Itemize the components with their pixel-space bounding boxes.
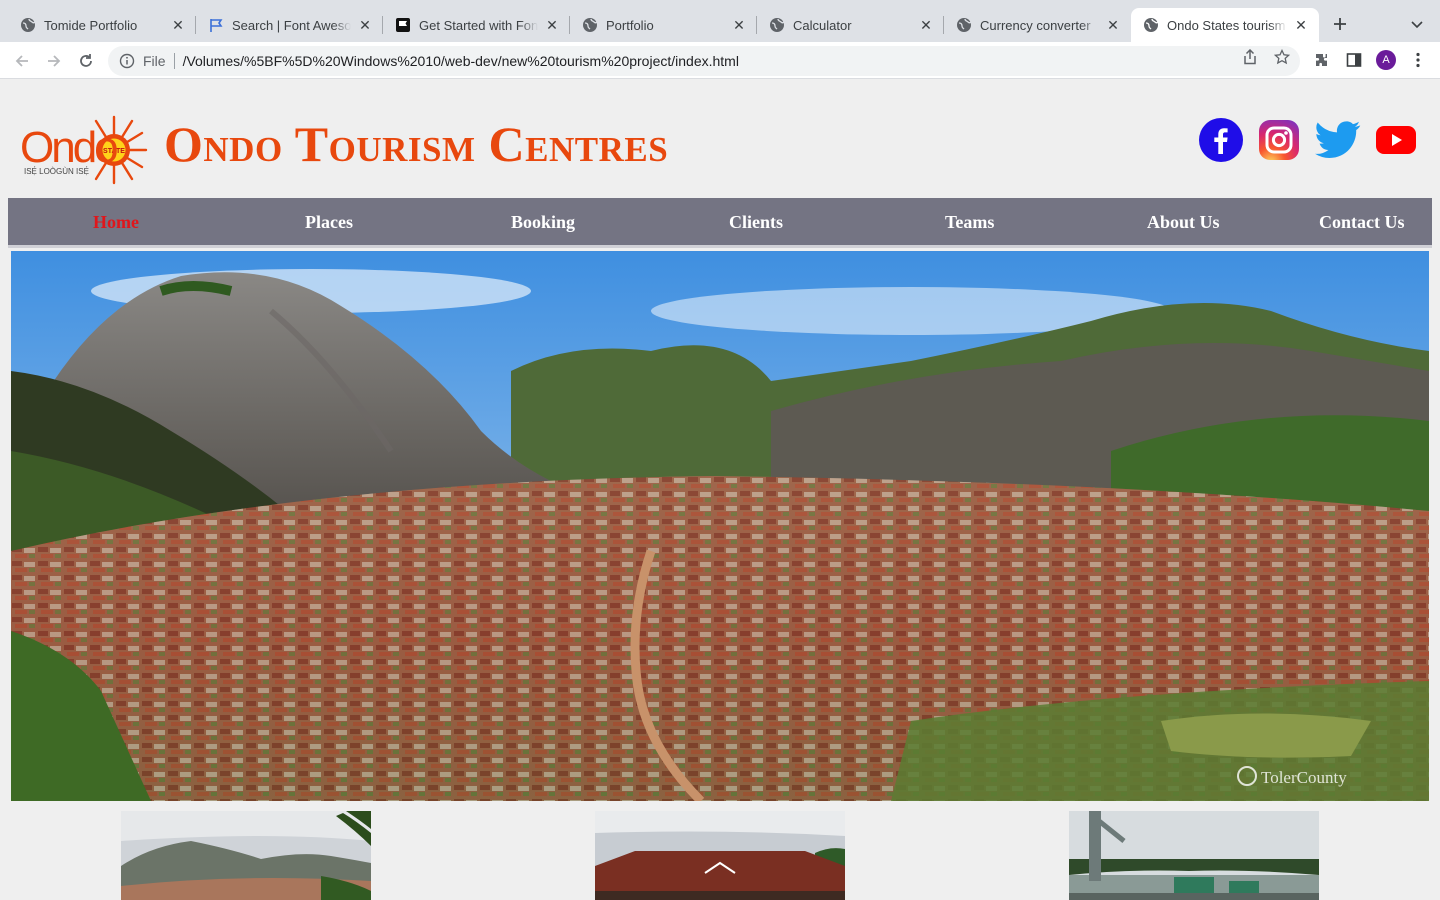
browser-tab-bar: Tomide Portfolio ✕ Search | Font Awesome… — [0, 0, 1440, 42]
close-icon[interactable]: ✕ — [170, 17, 186, 33]
arrow-right-icon — [48, 55, 61, 67]
twitter-icon[interactable] — [1315, 117, 1361, 163]
hero-watermark: TolerCounty — [1261, 768, 1347, 787]
facebook-icon[interactable] — [1198, 117, 1244, 163]
instagram-icon[interactable] — [1256, 117, 1302, 163]
tab-tomide-portfolio[interactable]: Tomide Portfolio ✕ — [0, 8, 196, 42]
tab-font-awesome-started[interactable]: Get Started with Font Awesome ✕ — [383, 8, 570, 42]
nav-contact-us[interactable]: Contact Us — [1319, 212, 1405, 233]
tab-currency-converter[interactable]: Currency converter ✕ — [944, 8, 1131, 42]
close-icon[interactable]: ✕ — [357, 17, 373, 33]
flag-icon — [208, 17, 224, 33]
chevron-down-icon — [1411, 21, 1423, 29]
tab-calculator[interactable]: Calculator ✕ — [757, 8, 944, 42]
share-icon[interactable] — [1242, 49, 1258, 65]
url-text[interactable]: /Volumes/%5BF%5D%20Windows%2010/web-dev/… — [183, 53, 739, 69]
logo-motto: ISẸ́ LOÒGÙN ISẸ́ — [24, 167, 89, 176]
tab-title: Get Started with Font Awesome — [419, 17, 538, 33]
globe-icon — [769, 17, 785, 33]
tab-title: Portfolio — [606, 17, 654, 33]
info-icon[interactable] — [119, 53, 135, 69]
reload-icon — [80, 54, 92, 67]
nav-teams[interactable]: Teams — [945, 212, 994, 233]
extensions-icon[interactable] — [1313, 51, 1331, 69]
tab-portfolio[interactable]: Portfolio ✕ — [570, 8, 757, 42]
logo-word: Ondo — [20, 123, 117, 172]
profile-avatar[interactable]: A — [1376, 50, 1396, 70]
hero-image-idanre-hills: TolerCounty — [11, 251, 1429, 801]
nav-clients[interactable]: Clients — [729, 212, 783, 233]
side-panel-icon[interactable] — [1345, 51, 1363, 69]
thumbnail-hills-town[interactable] — [121, 811, 371, 900]
close-icon[interactable]: ✕ — [918, 17, 934, 33]
font-awesome-icon — [395, 17, 411, 33]
tab-ondo-tourism[interactable]: Ondo States tourism centres ✕ — [1131, 8, 1319, 42]
tab-title: Search | Font Awesome — [232, 17, 351, 33]
browser-toolbar: File /Volumes/%5BF%5D%20Windows%2010/web… — [0, 42, 1440, 79]
address-divider — [173, 53, 175, 69]
globe-icon — [582, 17, 598, 33]
globe-icon — [956, 17, 972, 33]
close-icon[interactable]: ✕ — [544, 17, 560, 33]
ondo-state-logo[interactable]: STATE Ondo ISẸ́ LOÒGÙN ISẸ́ — [20, 113, 148, 187]
arrow-left-icon — [15, 55, 28, 67]
globe-icon — [20, 17, 36, 33]
globe-icon — [1143, 17, 1159, 33]
nav-places[interactable]: Places — [305, 212, 353, 233]
forward-button[interactable] — [43, 50, 65, 72]
youtube-icon[interactable] — [1373, 117, 1419, 163]
plus-icon — [1334, 18, 1346, 30]
close-icon[interactable]: ✕ — [1105, 17, 1121, 33]
new-tab-button[interactable] — [1330, 14, 1350, 34]
nav-about-us[interactable]: About Us — [1147, 212, 1220, 233]
scheme-label: File — [143, 53, 166, 69]
thumbnail-palace-roof[interactable] — [595, 811, 845, 900]
tab-title: Ondo States tourism centres — [1167, 17, 1287, 33]
nav-home[interactable]: Home — [93, 212, 139, 233]
main-navigation: Home Places Booking Clients Teams About … — [8, 198, 1432, 248]
bookmark-star-icon[interactable] — [1274, 49, 1290, 65]
nav-booking[interactable]: Booking — [511, 212, 575, 233]
tab-font-awesome-search[interactable]: Search | Font Awesome ✕ — [196, 8, 383, 42]
thumbnail-river-boats[interactable] — [1069, 811, 1319, 900]
close-icon[interactable]: ✕ — [731, 17, 747, 33]
site-title: Ondo Tourism Centres — [164, 116, 669, 172]
kebab-menu-icon[interactable] — [1409, 51, 1427, 69]
tab-title: Tomide Portfolio — [44, 17, 138, 33]
web-page: STATE Ondo ISẸ́ LOÒGÙN ISẸ́ Ondo Tourism… — [0, 79, 1440, 900]
back-button[interactable] — [11, 50, 33, 72]
tab-title: Currency converter — [980, 17, 1091, 33]
tab-search-button[interactable] — [1408, 15, 1426, 33]
address-bar[interactable]: File /Volumes/%5BF%5D%20Windows%2010/web… — [108, 46, 1300, 76]
close-icon[interactable]: ✕ — [1293, 17, 1309, 33]
reload-button[interactable] — [75, 50, 97, 72]
tab-title: Calculator — [793, 17, 852, 33]
